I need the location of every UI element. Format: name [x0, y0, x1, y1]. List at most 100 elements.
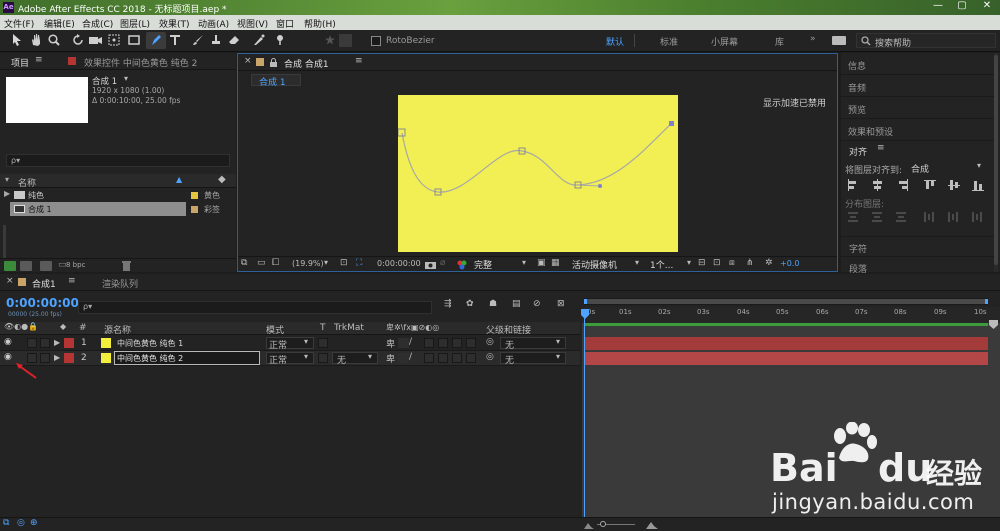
layer-2-parent-dropdown[interactable]: 无 ▾ — [500, 352, 566, 366]
camera-view-dropdown[interactable]: 活动摄像机 — [572, 258, 617, 271]
layer-2-pickwhip-icon[interactable]: ◎ — [486, 352, 494, 362]
layer-2-shy-switch-icon[interactable]: 卑 — [386, 352, 395, 365]
snapshot-camera-icon[interactable] — [425, 260, 436, 269]
timeline-tab-menu-icon[interactable]: ≡ — [68, 276, 76, 286]
roto-brush-tool-icon[interactable] — [252, 34, 266, 46]
label-column-icon[interactable]: ◆ — [218, 174, 226, 185]
graph-editor-icon[interactable]: ⊠ — [557, 299, 565, 309]
layer-2-trkmat-dropdown[interactable]: 无 ▾ — [332, 352, 378, 366]
audio-panel-tab[interactable]: 音频 — [841, 75, 998, 97]
local-axis-button[interactable] — [339, 34, 352, 47]
puppet-pin-tool-icon[interactable] — [275, 34, 287, 46]
comp-mini-flowchart-icon[interactable]: ⇶ — [444, 299, 452, 309]
minimize-button[interactable]: — — [926, 0, 950, 15]
current-time-display[interactable]: 0:00:00:00 — [377, 259, 421, 268]
reset-exposure-icon[interactable]: ✲ — [765, 258, 773, 268]
time-ruler[interactable]: 0s 01s 02s 03s 04s 05s 06s 07s 08s 09s 1… — [582, 307, 1000, 323]
layer-1-quality-switch-icon[interactable]: / — [409, 337, 412, 347]
folder-expand-icon[interactable]: ▶ — [4, 189, 10, 198]
in-out-toggle-icon[interactable]: ⊕ — [30, 518, 38, 528]
playhead-line[interactable] — [584, 314, 585, 531]
selection-tool-icon[interactable] — [12, 34, 22, 46]
layer-1-audio-toggle[interactable] — [27, 338, 37, 348]
view-layout-dropdown[interactable]: 1个... — [650, 258, 673, 271]
mask-vertex-5[interactable] — [669, 121, 674, 126]
star-tool-icon[interactable] — [325, 35, 335, 45]
layer-1-name[interactable]: 中间色黄色 纯色 1 — [117, 338, 183, 349]
workspace-standard[interactable]: 标准 — [660, 35, 678, 48]
comp-viewer-tab[interactable]: 合成 合成1 — [284, 57, 329, 70]
interpret-footage-icon[interactable] — [4, 261, 16, 271]
resolution-dropdown[interactable]: 完整 — [474, 258, 492, 271]
layer-2-3d-switch[interactable] — [466, 353, 476, 363]
transparency-grid-icon[interactable]: ▦ — [551, 258, 560, 268]
resolution-dropdown-arrow[interactable]: ▾ — [522, 258, 526, 267]
preview-panel-tab[interactable]: 预览 — [841, 97, 998, 119]
layer-2-quality-switch-icon[interactable]: / — [409, 352, 412, 362]
timeline-zoom-handle[interactable] — [600, 521, 606, 527]
layer-2-label-color[interactable] — [64, 353, 74, 363]
layer-1-lock-toggle[interactable] — [40, 338, 50, 348]
hand-tool-icon[interactable] — [30, 34, 42, 46]
effects-controls-tab[interactable]: 效果控件 中间色黄色 纯色 2 — [84, 56, 197, 69]
frame-blending-icon[interactable]: ▤ — [512, 299, 521, 309]
time-navigator-range[interactable] — [584, 299, 988, 304]
camera-view-dropdown-arrow[interactable]: ▾ — [635, 258, 639, 267]
zoom-tool-icon[interactable] — [48, 34, 60, 46]
layer-2-collapse-switch[interactable] — [398, 353, 409, 363]
layer-1-label-color[interactable] — [64, 338, 74, 348]
layer-2-mode-dropdown[interactable]: 正常 ▾ — [266, 352, 314, 366]
rectangle-tool-icon[interactable] — [128, 34, 140, 46]
lock-icon[interactable] — [270, 58, 277, 67]
close-timeline-tab-icon[interactable]: × — [6, 276, 14, 286]
layer-row-1[interactable]: ◉ ▶ 1 中间色黄色 纯色 1 正常 ▾ 卑 / ◎ 无 ▾ — [0, 336, 580, 351]
layer-2-duration-bar[interactable] — [584, 352, 988, 365]
layer-1-motion-blur-switch[interactable] — [452, 338, 462, 348]
menu-view[interactable]: 视图(V) — [237, 17, 268, 30]
timeline-comp-tab[interactable]: 合成1 — [32, 277, 56, 290]
zoom-dropdown-arrow[interactable]: ▾ — [324, 258, 328, 267]
zoom-dropdown[interactable]: (19.9%) — [292, 259, 324, 268]
layer-1-preserve-transparency[interactable] — [318, 338, 328, 348]
layer-1-frame-blend-switch[interactable] — [438, 338, 448, 348]
rotobezier-checkbox[interactable] — [371, 36, 381, 46]
comp-canvas[interactable] — [398, 95, 678, 252]
layer-2-effect-switch[interactable] — [424, 353, 434, 363]
workspace-overflow-icon[interactable]: » — [810, 34, 816, 44]
comp-flowchart-icon[interactable]: ⋔ — [746, 258, 754, 268]
info-panel-tab[interactable]: 信息 — [841, 53, 998, 75]
mask-path[interactable] — [398, 95, 678, 252]
new-composition-icon[interactable] — [40, 261, 52, 271]
layer-2-visibility-icon[interactable]: ◉ — [4, 352, 12, 362]
playhead-handle-icon[interactable] — [581, 309, 589, 319]
fast-draft-icon[interactable]: ⊡ — [713, 258, 721, 268]
transfer-controls-toggle-icon[interactable]: ◎ — [17, 518, 25, 528]
layer-2-name-field[interactable]: 中间色黄色 纯色 2 — [114, 351, 260, 365]
eraser-tool-icon[interactable] — [228, 34, 240, 46]
shy-layers-icon[interactable]: ☗ — [489, 299, 497, 309]
comp-breadcrumb[interactable]: 合成 1 — [251, 74, 301, 88]
exposure-value[interactable]: +0.0 — [780, 259, 799, 268]
parent-link-header[interactable]: 父级和链接 — [486, 323, 531, 336]
fast-previews-icon[interactable]: ▣ — [537, 258, 546, 268]
mask-visibility-icon[interactable]: ⧠ — [272, 258, 279, 268]
layer-2-preserve-transparency[interactable] — [318, 353, 328, 363]
layer-1-expand-icon[interactable]: ▶ — [54, 338, 60, 347]
align-panel-menu-icon[interactable]: ≡ — [877, 143, 885, 153]
workspace-default[interactable]: 默认 — [606, 35, 624, 48]
menu-composition[interactable]: 合成(C) — [82, 17, 113, 30]
source-name-header[interactable]: 源名称 — [104, 323, 131, 336]
layer-1-mode-dropdown[interactable]: 正常 ▾ — [266, 337, 314, 351]
align-to-dropdown[interactable]: 合成 ▾ — [907, 161, 989, 175]
sort-label-icon[interactable]: ▾ — [5, 175, 9, 184]
workspace-small-screen[interactable]: 小屏幕 — [711, 35, 738, 48]
layer-row-2[interactable]: ◉ ▶ 2 中间色黄色 纯色 2 正常 ▾ 无 ▾ 卑 / ◎ 无 ▾ — [0, 351, 580, 366]
show-snapshot-icon[interactable]: ⌀ — [440, 258, 445, 268]
view-layout-dropdown-arrow[interactable]: ▾ — [687, 258, 691, 267]
clone-stamp-tool-icon[interactable] — [210, 34, 222, 46]
menu-effect[interactable]: 效果(T) — [159, 17, 190, 30]
safe-margins-icon[interactable]: ⊡ — [340, 258, 348, 268]
trash-icon[interactable] — [122, 261, 131, 271]
layer-1-duration-bar[interactable] — [584, 337, 988, 350]
bit-depth-button[interactable]: 8 bpc — [66, 261, 85, 269]
